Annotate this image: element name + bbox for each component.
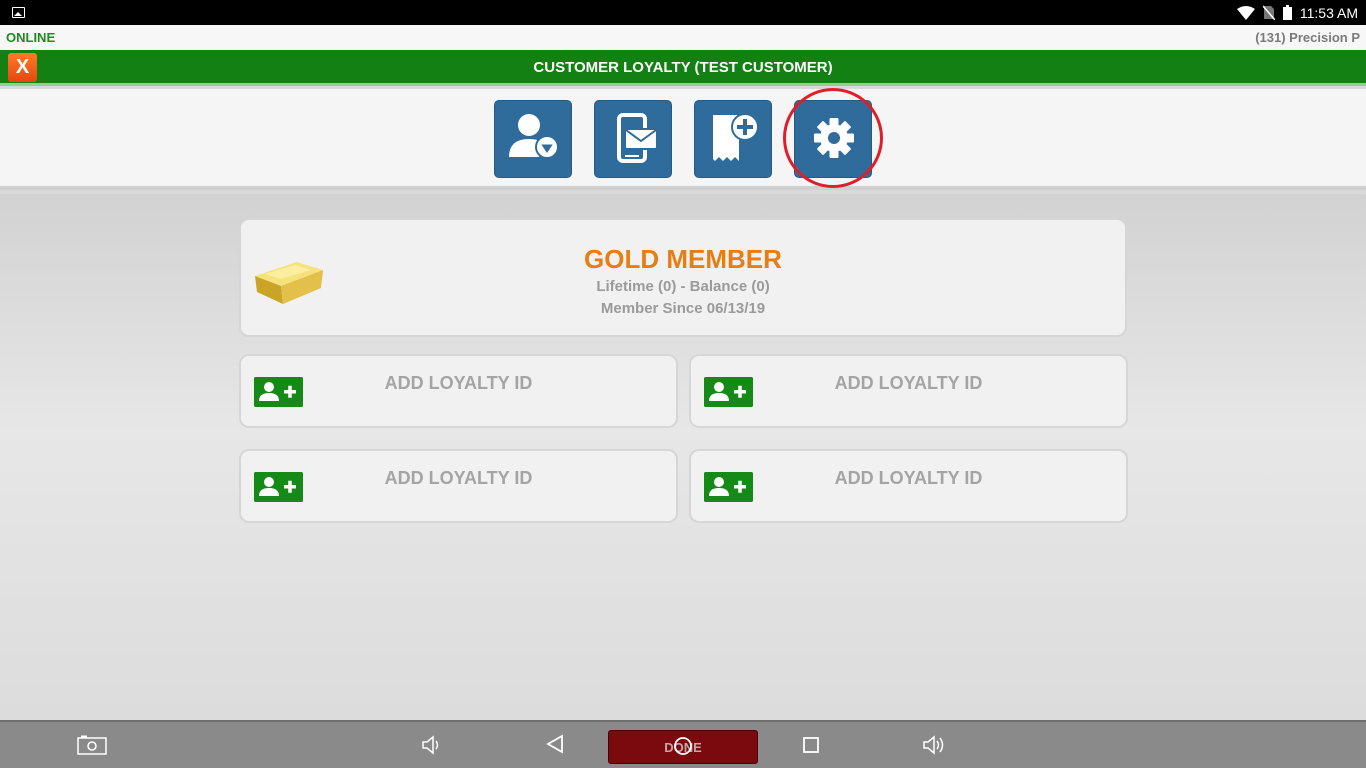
connection-status: ONLINE	[6, 30, 56, 45]
screenshot-icon[interactable]	[77, 735, 107, 755]
member-diamond-icon	[509, 114, 559, 159]
clock: 11:53 AM	[1299, 4, 1358, 21]
add-loyalty-id-card[interactable]: ADD LOYALTY ID	[239, 449, 678, 523]
gallery-notification-icon	[12, 7, 25, 18]
member-since: Member Since 06/13/19	[600, 300, 766, 317]
recent-apps-icon[interactable]	[802, 736, 820, 754]
add-loyalty-id-label: ADD LOYALTY ID	[384, 468, 533, 488]
volume-up-icon[interactable]	[922, 735, 948, 755]
store-label: (131) Precision P	[1255, 30, 1360, 45]
highlight-circle	[783, 88, 883, 188]
volume-down-icon[interactable]	[421, 735, 443, 755]
add-loyalty-id-label: ADD LOYALTY ID	[834, 373, 983, 393]
add-loyalty-id-card[interactable]: ADD LOYALTY ID	[689, 354, 1128, 428]
add-loyalty-id-label: ADD LOYALTY ID	[834, 468, 983, 488]
add-loyalty-id-card[interactable]: ADD LOYALTY ID	[689, 449, 1128, 523]
page-title: CUSTOMER LOYALTY (TEST CUSTOMER)	[533, 59, 833, 76]
add-loyalty-id-card[interactable]: ADD LOYALTY ID	[239, 354, 678, 428]
phone-message-icon	[617, 113, 658, 163]
toolbar	[0, 89, 1366, 190]
member-stats: Lifetime (0) - Balance (0)	[596, 278, 770, 295]
add-receipt-button[interactable]	[694, 100, 772, 178]
member-tier: GOLD MEMBER	[584, 244, 782, 274]
no-sim-icon	[1262, 5, 1275, 20]
main-content: GOLD MEMBER Lifetime (0) - Balance (0) M…	[0, 194, 1366, 720]
status-bar: 11:53 AM	[0, 0, 1366, 25]
status-right: 11:53 AM	[1236, 0, 1358, 25]
wifi-icon	[1236, 5, 1255, 20]
battery-icon	[1282, 5, 1292, 20]
back-icon[interactable]	[545, 734, 565, 754]
title-bar: X CUSTOMER LOYALTY (TEST CUSTOMER)	[0, 50, 1366, 86]
add-loyalty-id-label: ADD LOYALTY ID	[384, 373, 533, 393]
navigation-bar: DONE	[0, 720, 1366, 768]
sub-header: ONLINE (131) Precision P	[0, 25, 1366, 50]
add-receipt-icon	[713, 113, 759, 161]
send-message-button[interactable]	[594, 100, 672, 178]
member-card: GOLD MEMBER Lifetime (0) - Balance (0) M…	[239, 218, 1127, 337]
member-info-button[interactable]	[494, 100, 572, 178]
home-icon[interactable]	[673, 736, 693, 756]
